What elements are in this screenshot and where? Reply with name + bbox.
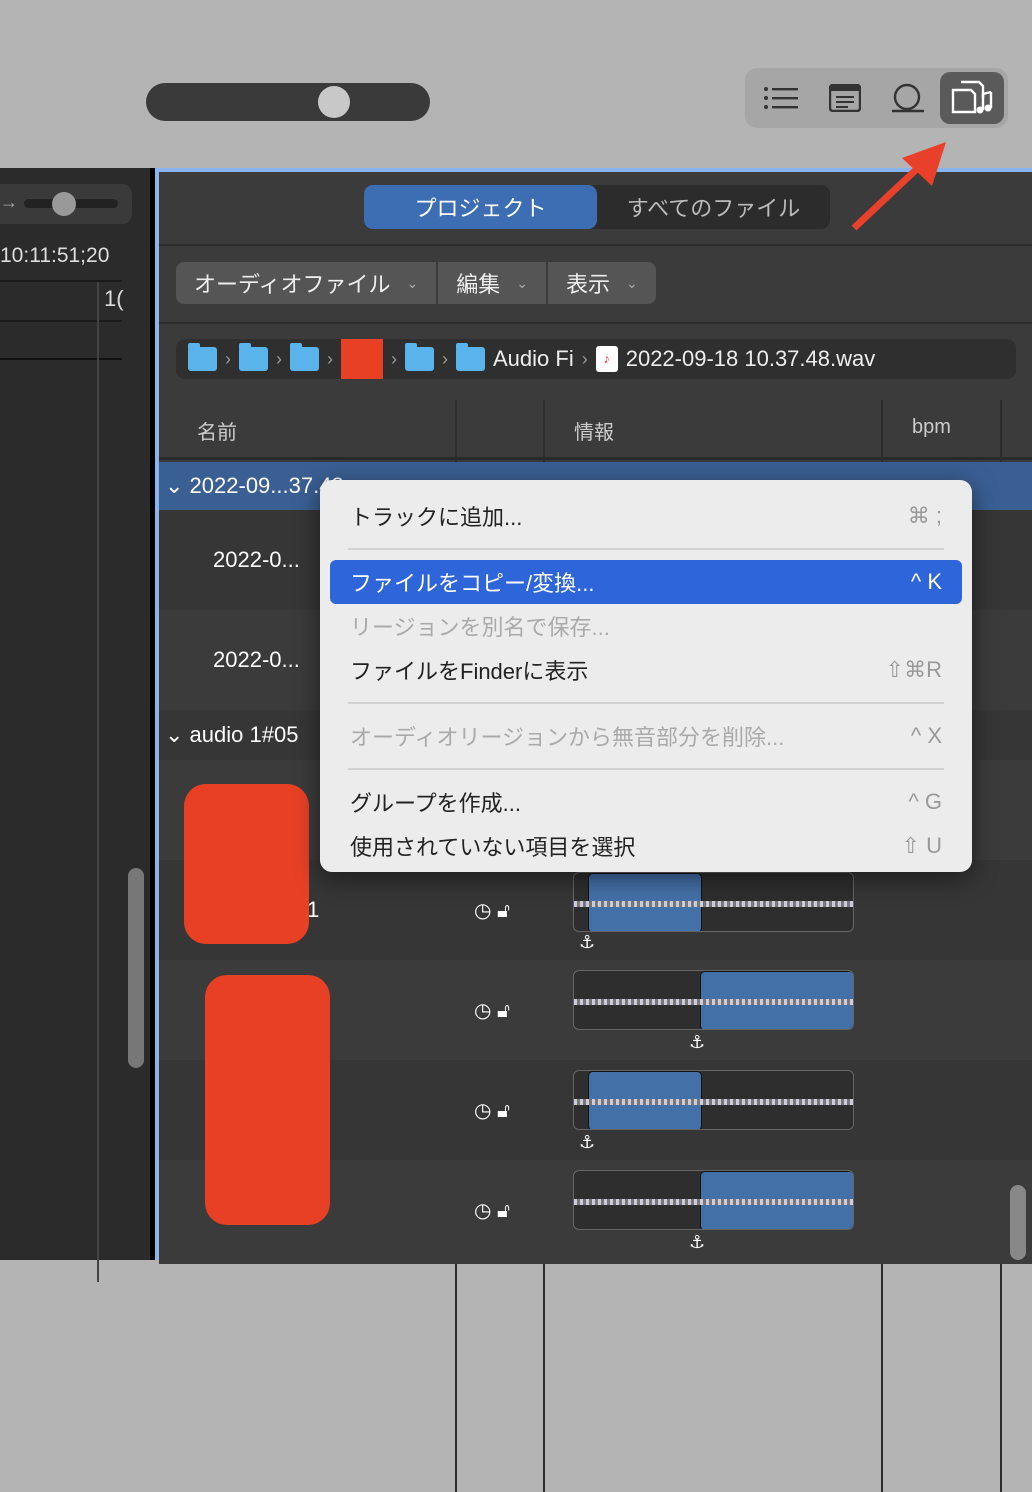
home-folder-icon[interactable]: [188, 343, 217, 371]
path-file[interactable]: 2022-09-18 10.37.48.wav: [626, 346, 876, 372]
chevron-down-icon: ⌄: [516, 274, 528, 291]
menu-separator: [348, 702, 944, 704]
vertical-scrollbar[interactable]: [128, 868, 144, 1068]
audio-file-menu[interactable]: オーディオファイル ⌄: [176, 262, 439, 304]
waveform-thumbnail[interactable]: [573, 872, 854, 932]
menu-label: オーディオファイル: [194, 272, 391, 297]
track-zoom-control[interactable]: →: [0, 184, 132, 224]
clock-lock-icon: ◷ 🔓︎: [474, 900, 510, 922]
menu-item-strip-silence: オーディオリージョンから無音部分を削除... ^ X: [350, 723, 942, 750]
row-name: 2022-0...: [213, 647, 300, 672]
redaction: [184, 784, 309, 944]
loop-button[interactable]: [877, 72, 941, 124]
folder-icon[interactable]: [239, 343, 268, 371]
path-bar: › › › › › Audio Fi › ♪ 2022-09-18 10.37.4…: [176, 339, 1016, 379]
waveform-thumbnail[interactable]: [573, 1070, 854, 1130]
tab-project[interactable]: プロジェクト: [364, 185, 597, 229]
edit-menu[interactable]: 編集 ⌄: [438, 262, 548, 304]
notes-button[interactable]: [813, 72, 877, 124]
notes-icon: [828, 84, 861, 112]
anchor-icon[interactable]: ⚓: [579, 1132, 595, 1153]
slider-knob[interactable]: [318, 86, 350, 118]
clock-lock-icon: ◷ 🔓︎: [474, 1100, 510, 1122]
chevron-down-icon: ⌄: [406, 274, 419, 291]
folder-icon[interactable]: [290, 343, 319, 371]
anchor-icon[interactable]: ⚓: [689, 1232, 705, 1253]
browser-tabs: プロジェクト すべてのファイル: [364, 185, 830, 229]
column-info[interactable]: 情報: [574, 416, 614, 445]
browser-icon: [951, 80, 993, 114]
chevron-right-icon: ›: [442, 348, 448, 369]
timeline-ruler[interactable]: 1(: [0, 280, 124, 1282]
chevron-right-icon: ›: [225, 348, 231, 369]
vertical-scrollbar[interactable]: [1010, 1185, 1026, 1260]
audio-file-icon: ♪: [595, 346, 618, 372]
view-button-group: [745, 68, 1008, 128]
annotation-arrow-icon: [851, 142, 946, 231]
menu-label: 表示: [565, 272, 610, 297]
menu-item-add-to-track[interactable]: トラックに追加... ⌘ ;: [330, 494, 962, 538]
redaction: [341, 339, 383, 379]
column-bpm[interactable]: bpm: [912, 416, 951, 439]
arrow-icon: →: [0, 192, 18, 212]
clock-lock-icon: ◷ 🔓︎: [474, 1200, 510, 1222]
chevron-right-icon: ›: [581, 348, 588, 369]
menu-separator: [348, 768, 944, 770]
row-name: ⌄ audio 1#05: [165, 722, 299, 747]
tab-all-files[interactable]: すべてのファイル: [597, 185, 830, 229]
menu-item-save-region-as: リージョンを別名で保存...: [350, 615, 610, 640]
menu-item-show-in-finder[interactable]: ファイルをFinderに表示 ⇧⌘R: [330, 648, 962, 692]
list-button[interactable]: [749, 72, 813, 124]
chevron-right-icon: ›: [391, 348, 397, 369]
menu-item-copy-convert[interactable]: ファイルをコピー/変換... ^ K: [330, 560, 962, 604]
tracks-area: → 10:11:51;20 1(: [0, 168, 150, 1282]
browser-menubar: オーディオファイル ⌄ 編集 ⌄ 表示 ⌄: [176, 262, 656, 304]
anchor-icon[interactable]: ⚓: [689, 1032, 705, 1053]
context-menu: トラックに追加... ⌘ ; ファイルをコピー/変換... ^ K リージョンを別名…: [320, 480, 972, 872]
anchor-icon[interactable]: ⚓: [579, 932, 595, 953]
clock-lock-icon: ◷ 🔓︎: [474, 1000, 510, 1022]
zoom-slider[interactable]: [146, 83, 430, 121]
row-name: ⌄ 2022-09...37.48: [165, 473, 344, 498]
chevron-down-icon: ⌄: [625, 274, 638, 291]
folder-icon[interactable]: [456, 343, 485, 371]
slider-knob[interactable]: [52, 192, 76, 216]
redaction: [205, 975, 330, 1225]
browser-button[interactable]: [940, 72, 1004, 124]
loop-icon: [892, 83, 925, 113]
menu-item-create-group[interactable]: グループを作成... ^ G: [330, 780, 962, 824]
view-menu[interactable]: 表示 ⌄: [548, 262, 656, 304]
ruler-label: 1(: [104, 286, 124, 311]
chevron-right-icon: ›: [327, 348, 333, 369]
waveform-thumbnail[interactable]: [573, 1170, 854, 1230]
path-folder[interactable]: Audio Fi: [493, 346, 574, 372]
list-icon: [763, 87, 798, 109]
folder-icon[interactable]: [405, 343, 434, 371]
column-name[interactable]: 名前: [197, 416, 237, 445]
timecode: 10:11:51;20: [0, 244, 110, 267]
menu-label: 編集: [456, 272, 501, 297]
waveform-thumbnail[interactable]: [573, 970, 854, 1030]
chevron-right-icon: ›: [276, 348, 282, 369]
menu-item-select-unused[interactable]: 使用されていない項目を選択 ⇧ U: [330, 824, 962, 868]
column-header: 名前 情報 bpm: [159, 400, 1032, 460]
menu-separator: [348, 548, 944, 550]
row-name: 2022-0...: [213, 547, 300, 572]
